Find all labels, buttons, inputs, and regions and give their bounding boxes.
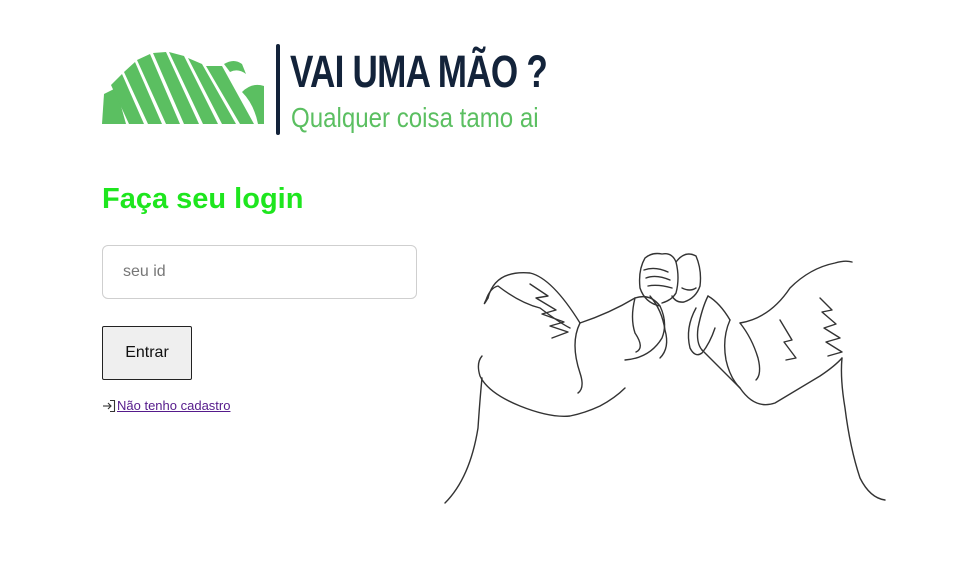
login-heading: Faça seu login bbox=[102, 183, 304, 215]
logo-subtitle: Qualquer coisa tamo ai bbox=[291, 102, 539, 133]
enter-button[interactable]: Entrar bbox=[102, 326, 192, 380]
register-link[interactable]: Não tenho cadastro bbox=[102, 398, 230, 413]
logo: VAI UMA MÃO ? Qualquer coisa tamo ai bbox=[102, 42, 562, 138]
logo-title: VAI UMA MÃO ? bbox=[290, 46, 548, 97]
id-input[interactable] bbox=[102, 245, 417, 299]
register-link-label: Não tenho cadastro bbox=[117, 398, 231, 413]
fist-bump-illustration bbox=[444, 252, 886, 504]
logo-divider bbox=[276, 44, 280, 135]
striped-logo-mark-icon bbox=[102, 52, 264, 124]
login-arrow-icon bbox=[103, 399, 116, 412]
